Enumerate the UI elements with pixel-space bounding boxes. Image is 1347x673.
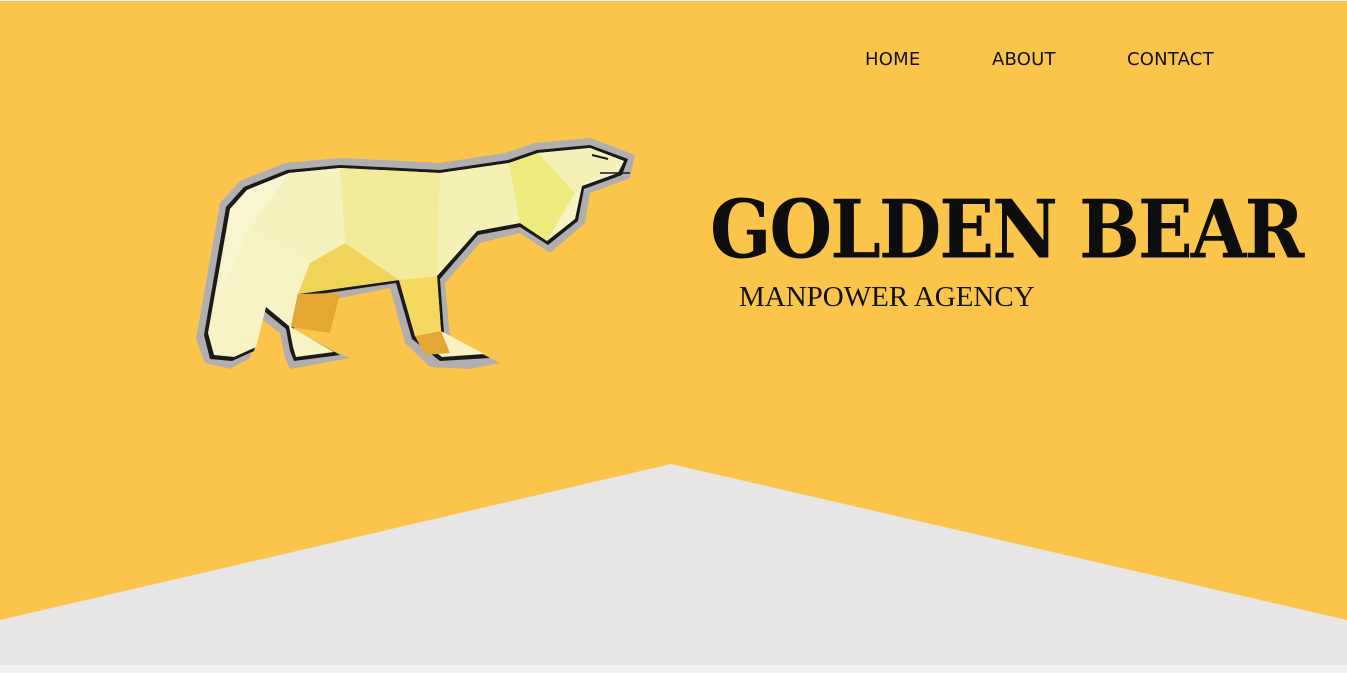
nav-contact-link[interactable]: CONTACT bbox=[1127, 49, 1227, 70]
brand-subtitle: MANPOWER AGENCY bbox=[739, 281, 1035, 313]
brand-title: GOLDEN BEAR bbox=[710, 181, 1304, 277]
hero-section: HOME ABOUT CONTACT GOLDEN BEAR MANPOWER … bbox=[0, 0, 1347, 665]
main-nav: HOME ABOUT CONTACT bbox=[865, 49, 1227, 70]
nav-about-link[interactable]: ABOUT bbox=[992, 49, 1127, 70]
nav-home-link[interactable]: HOME bbox=[865, 49, 992, 70]
polar-bear-icon bbox=[196, 138, 635, 369]
bottom-strip bbox=[0, 665, 1347, 673]
